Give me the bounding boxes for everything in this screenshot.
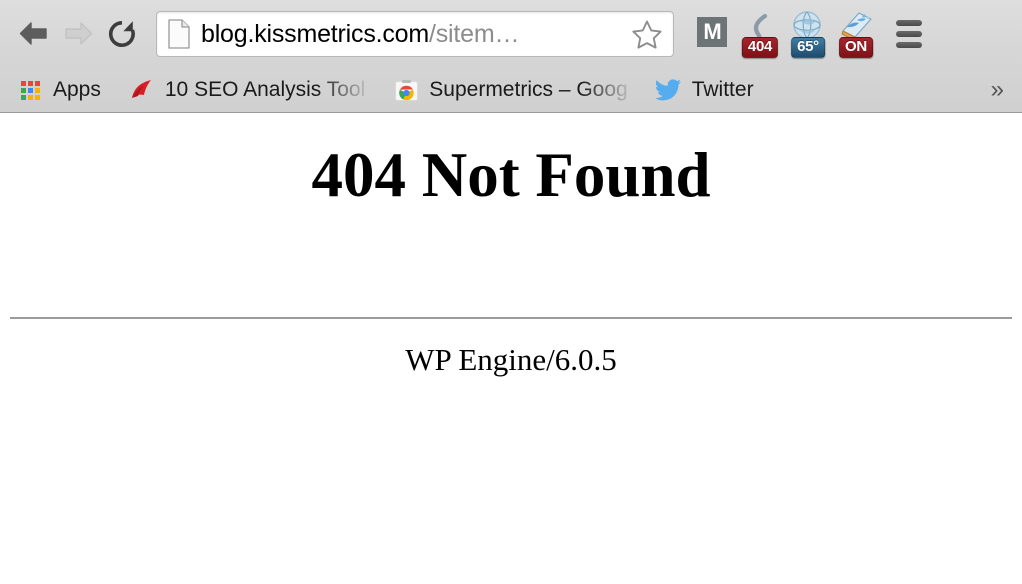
- hamburger-bar: [896, 42, 922, 48]
- page-content: 404 Not Found WP Engine/6.0.5: [0, 113, 1022, 583]
- bookmark-star-button[interactable]: [629, 16, 665, 52]
- extension-icons: M 404 65° ON: [688, 8, 880, 60]
- extension-seo-status[interactable]: 404: [736, 8, 784, 60]
- bookmark-apps[interactable]: Apps: [10, 72, 108, 108]
- moz-toolbar-icon: M: [697, 17, 727, 47]
- red-flag-icon: [129, 78, 155, 102]
- server-signature: WP Engine/6.0.5: [405, 342, 617, 377]
- bookmark-label: Supermetrics – Goog: [429, 78, 628, 101]
- bookmark-label: Twitter: [691, 78, 754, 101]
- chrome-webstore-icon: [393, 78, 419, 103]
- url-host: blog.kissmetrics.com: [201, 20, 429, 48]
- document-icon: [167, 19, 191, 49]
- chrome-menu-button[interactable]: [886, 8, 932, 60]
- reload-button[interactable]: [100, 12, 144, 56]
- browser-chrome: blog.kissmetrics.com/sitem… M 404 65° ON…: [0, 0, 1022, 113]
- apps-grid-icon: [17, 80, 43, 100]
- ghostery-state-badge: ON: [839, 37, 873, 58]
- twitter-bird-icon: [655, 79, 682, 101]
- moz-toolbar-letter: M: [703, 19, 721, 44]
- hamburger-bar: [896, 20, 922, 26]
- url-text: blog.kissmetrics.com/sitem…: [201, 20, 629, 48]
- forward-button[interactable]: [56, 12, 100, 56]
- bookmark-label: Apps: [53, 78, 101, 101]
- bookmarks-overflow-button[interactable]: »: [983, 78, 1012, 102]
- extension-moz-toolbar[interactable]: M: [688, 8, 736, 60]
- back-button[interactable]: [12, 12, 56, 56]
- address-bar[interactable]: blog.kissmetrics.com/sitem…: [156, 11, 674, 57]
- forward-arrow-icon: [65, 22, 93, 45]
- browser-toolbar: blog.kissmetrics.com/sitem… M 404 65° ON: [0, 0, 1022, 68]
- extension-ghostery[interactable]: ON: [832, 8, 880, 60]
- bookmark-supermetrics[interactable]: Supermetrics – Goog: [386, 72, 634, 108]
- url-path: /sitem…: [429, 20, 520, 48]
- bookmarks-bar: Apps 10 SEO Analysis Tool Supermetrics –…: [0, 68, 1022, 112]
- hamburger-bar: [896, 31, 922, 37]
- reload-icon: [109, 20, 135, 47]
- star-outline-icon: [632, 20, 662, 49]
- seo-status-badge: 404: [741, 37, 779, 58]
- page-title: 404 Not Found: [311, 140, 711, 210]
- bookmark-label: 10 SEO Analysis Tool: [164, 78, 366, 101]
- bookmark-seo-tools[interactable]: 10 SEO Analysis Tool: [122, 72, 372, 108]
- back-arrow-icon: [19, 22, 47, 45]
- weather-temp-badge: 65°: [791, 37, 825, 58]
- extension-weather[interactable]: 65°: [784, 8, 832, 60]
- bookmark-twitter[interactable]: Twitter: [649, 72, 761, 108]
